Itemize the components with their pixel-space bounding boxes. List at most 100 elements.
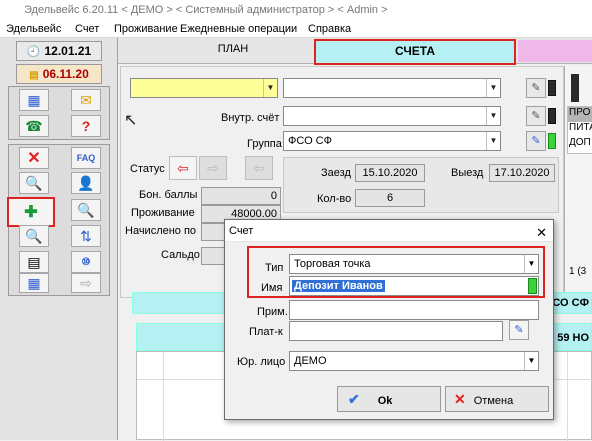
column-divider: [163, 352, 164, 441]
tab-plan[interactable]: ПЛАН: [158, 43, 308, 55]
edit-icon: ✎: [514, 324, 524, 336]
menu-item-edelweiss[interactable]: Эдельвейс: [6, 23, 61, 35]
window-title: Эдельвейс 6.20.11 < ДЕМО > < Системный а…: [0, 0, 592, 20]
check-icon: ✔: [348, 391, 360, 407]
account-dialog: Счет ✕ Тип Торговая точка ▼ Имя Депозит …: [224, 219, 554, 420]
indicator-dark: [548, 80, 556, 96]
keypad-icon: ▦: [27, 274, 41, 291]
toolbar-group-comm: ▦ ✉ ☎ ?: [8, 86, 110, 140]
delete-button[interactable]: ✕: [19, 147, 49, 169]
payer-input[interactable]: [289, 321, 503, 341]
transfer-button[interactable]: ⇅: [71, 225, 101, 247]
ok-button[interactable]: ✔ Ok: [337, 386, 441, 412]
legal-entity-value: ДЕМО: [294, 355, 327, 367]
calculator-icon: ⑩: [81, 256, 91, 268]
chevron-down-icon: ▼: [486, 132, 500, 150]
tab-other[interactable]: [518, 40, 592, 62]
room-number-tag: 59 НО: [557, 332, 589, 344]
search-button[interactable]: 🔍: [19, 172, 49, 194]
contacts-icon: ▦: [27, 91, 41, 108]
checkout-value: 17.10.2020: [489, 164, 555, 182]
user-search-icon: 👤: [77, 174, 95, 191]
calculator-button[interactable]: ⑩: [71, 251, 101, 273]
left-toolbar: 🕘 12.01.21 ▤ 06.11.20 ▦ ✉ ☎ ? ✕ FAQ 🔍 👤 ✚ …: [0, 38, 118, 440]
balance-label: Сальдо: [161, 249, 200, 261]
top-right-select[interactable]: ▼: [283, 78, 501, 98]
mouse-cursor: ↖: [124, 112, 138, 129]
search-list-button[interactable]: 🔍: [19, 225, 49, 247]
note-input[interactable]: [289, 300, 539, 320]
cross-icon: ✕: [454, 391, 466, 407]
user-search-button[interactable]: 👤: [71, 172, 101, 194]
menu-item-account[interactable]: Счет: [75, 23, 99, 35]
right-service-panel: ПРО ПИТА ДОП 1 (3: [564, 66, 592, 298]
cancel-label: Отмена: [473, 395, 514, 407]
edit-group-button[interactable]: ✎: [526, 131, 546, 151]
internal-account-label: Внутр. счёт: [221, 112, 280, 124]
edit-button[interactable]: ✎: [526, 78, 546, 98]
search-icon: 🔍: [25, 174, 43, 191]
type-value: Торговая точка: [294, 258, 371, 270]
indicator-dark: [548, 108, 556, 124]
ok-label: Ok: [377, 395, 393, 407]
document-search-icon: 🔍: [77, 201, 95, 218]
status-indicator-green: [528, 278, 537, 294]
mail-button[interactable]: ✉: [71, 89, 101, 111]
count-label: Кол-во: [317, 193, 352, 205]
name-input[interactable]: Депозит Иванов: [289, 276, 539, 296]
type-select[interactable]: Торговая точка ▼: [289, 254, 539, 274]
menu-item-stay[interactable]: Проживание: [114, 23, 178, 35]
chevron-down-icon: ▼: [263, 79, 277, 97]
export-button[interactable]: ⇨: [71, 273, 101, 293]
help-button[interactable]: ?: [71, 115, 101, 137]
legal-entity-select[interactable]: ДЕМО ▼: [289, 351, 539, 371]
group-select[interactable]: ФСО СФ ▼: [283, 131, 501, 151]
print-button[interactable]: ▤: [19, 251, 49, 273]
status-out-button[interactable]: ⇦: [245, 156, 273, 180]
pencil-icon: ✎: [531, 110, 541, 122]
chevron-down-icon: ▼: [486, 79, 500, 97]
charged-label: Начислено по: [125, 225, 197, 237]
internal-account-select[interactable]: ▼: [283, 106, 501, 126]
service-counter: 1 (3: [569, 266, 587, 277]
door-in-icon: ⇦: [177, 160, 189, 176]
chevron-down-icon: ▼: [524, 352, 538, 370]
tab-bar: ПЛАН СЧЕТА: [118, 38, 592, 65]
service-list[interactable]: ПРО ПИТА ДОП: [567, 106, 592, 154]
faq-button[interactable]: FAQ: [71, 147, 101, 169]
tab-scheta[interactable]: СЧЕТА: [314, 39, 516, 65]
edit-internal-button[interactable]: ✎: [526, 106, 546, 126]
group-label: Группа: [247, 138, 282, 150]
menu-item-daily[interactable]: Ежедневные операции: [180, 23, 297, 35]
close-icon[interactable]: ✕: [536, 222, 547, 244]
menu-item-help[interactable]: Справка: [308, 23, 351, 35]
keypad-button[interactable]: ▦: [19, 273, 49, 293]
status-next-button[interactable]: ⇨: [199, 156, 227, 180]
transfer-icon: ⇅: [80, 227, 92, 244]
account-select[interactable]: ▼: [130, 78, 278, 98]
document-search-button[interactable]: 🔍: [71, 199, 101, 221]
list-item[interactable]: ПРО: [568, 107, 592, 122]
pencil-icon: ✎: [531, 135, 541, 147]
note-label: Прим.: [257, 306, 288, 318]
phone-button[interactable]: ☎: [19, 115, 49, 137]
payer-edit-button[interactable]: ✎: [509, 320, 529, 340]
cancel-button[interactable]: ✕ Отмена: [445, 386, 549, 412]
list-item[interactable]: ДОП: [568, 137, 592, 152]
legal-entity-label: Юр. лицо: [237, 356, 286, 368]
checkin-label: Заезд: [321, 167, 351, 179]
indicator-dark: [571, 74, 579, 102]
delete-icon: ✕: [27, 150, 41, 167]
add-icon: ✚: [24, 204, 38, 221]
payer-label: Плат-к: [249, 326, 283, 338]
stay-label: Проживание: [131, 207, 195, 219]
contacts-button[interactable]: ▦: [19, 89, 49, 111]
chevron-down-icon: ▼: [486, 107, 500, 125]
bonus-label: Бон. баллы: [139, 189, 198, 201]
count-value: 6: [355, 189, 425, 207]
name-label: Имя: [261, 282, 283, 294]
list-item[interactable]: ПИТА: [568, 122, 592, 137]
add-button[interactable]: ✚: [7, 197, 55, 227]
status-checkin-button[interactable]: ⇦: [169, 156, 197, 180]
clock-icon: 🕘: [26, 46, 41, 58]
